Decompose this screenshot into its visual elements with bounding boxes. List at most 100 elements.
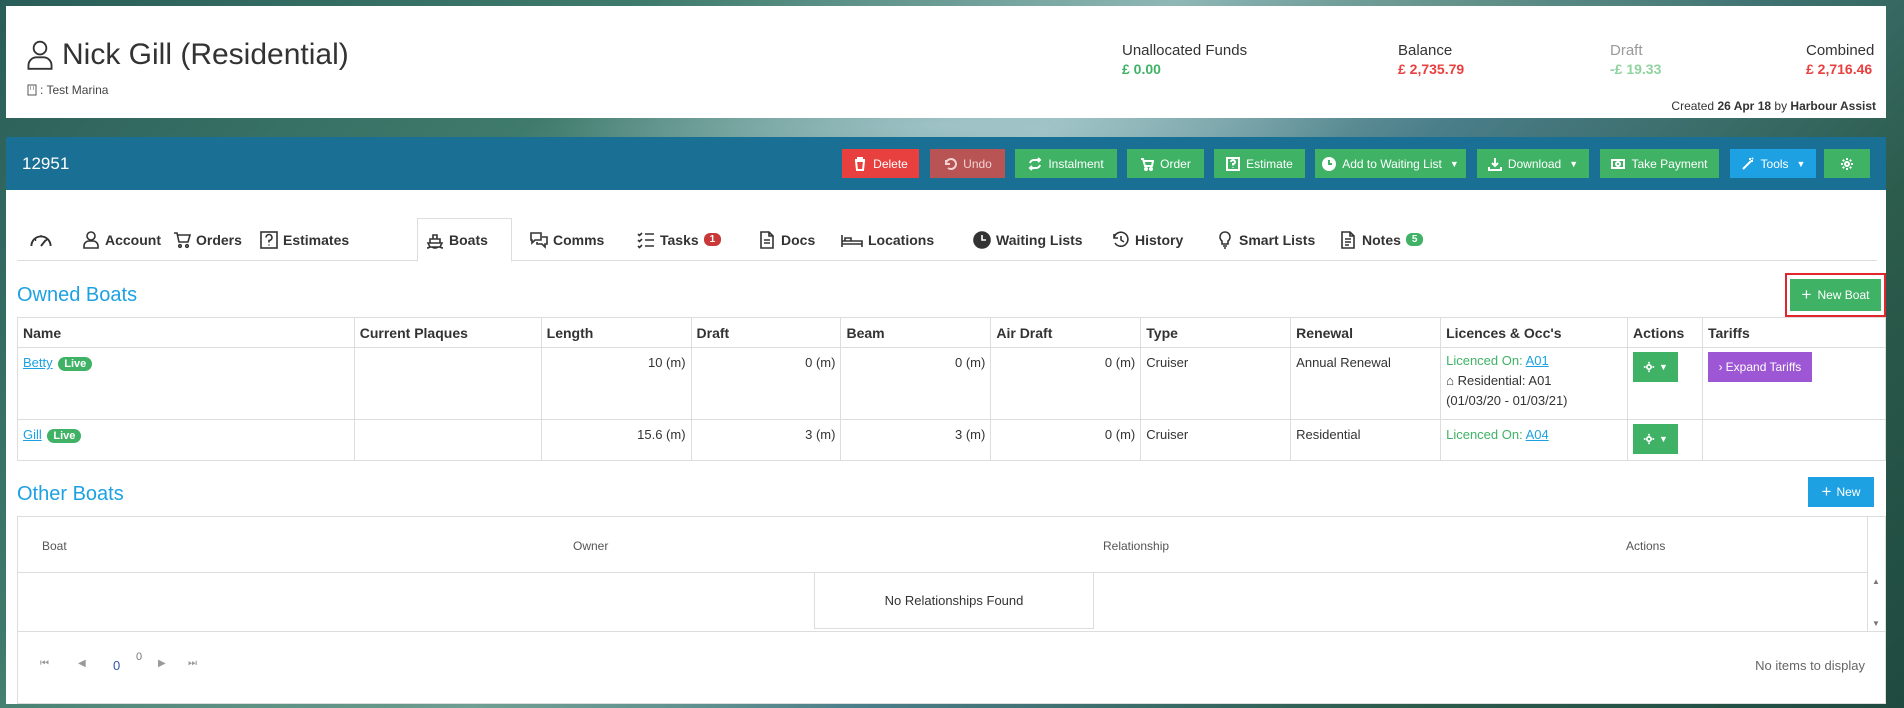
column-header[interactable]: Renewal	[1290, 317, 1442, 348]
tab-label: Notes	[1362, 231, 1401, 248]
download-button[interactable]: Download ▼	[1477, 149, 1589, 178]
column-header[interactable]: Name	[17, 317, 355, 348]
column-header[interactable]: Actions	[1627, 317, 1703, 348]
table-header-row: Name Current Plaques Length Draft Beam A…	[17, 317, 1887, 348]
licence-link[interactable]: A01	[1526, 353, 1549, 368]
instalment-button[interactable]: Instalment	[1015, 149, 1117, 178]
instalment-label: Instalment	[1048, 156, 1104, 171]
column-header[interactable]: Owner	[573, 539, 608, 553]
next-page-icon[interactable]: ▶	[158, 658, 166, 669]
fund-unallocated: Unallocated Funds £ 0.00	[1122, 42, 1247, 77]
boat-actions-button[interactable]: ▼	[1633, 352, 1678, 382]
download-icon	[1487, 157, 1502, 171]
add-to-waiting-list-button[interactable]: Add to Waiting List ▼	[1315, 149, 1466, 178]
new-boat-button[interactable]: + New Boat	[1790, 279, 1881, 311]
column-header[interactable]: Beam	[840, 317, 992, 348]
caret-down-icon: ▼	[1796, 158, 1806, 169]
tab-label: Smart Lists	[1239, 231, 1316, 248]
first-page-icon[interactable]: ⏮	[40, 658, 49, 669]
beam-cell: 0 (m)	[840, 347, 992, 420]
settings-button[interactable]	[1824, 149, 1870, 178]
column-header[interactable]: Type	[1140, 317, 1292, 348]
status-badge: Live	[47, 429, 82, 443]
fund-draft: Draft -£ 19.33	[1610, 42, 1661, 77]
delete-button[interactable]: Delete	[842, 149, 919, 178]
document-icon	[760, 230, 774, 249]
draft-cell: 0 (m)	[690, 347, 842, 420]
caret-down-icon: ▼	[1569, 158, 1579, 169]
column-header[interactable]: Length	[540, 317, 692, 348]
air-draft-cell: 0 (m)	[990, 419, 1142, 461]
main-content: Account Orders Estimates Boats Comms Tas…	[6, 190, 1887, 704]
tab-smart-lists[interactable]: Smart Lists	[1208, 218, 1323, 261]
bed-icon	[841, 234, 863, 247]
tab-waiting-lists[interactable]: Waiting Lists	[965, 218, 1091, 261]
expand-tariffs-button[interactable]: › Expand Tariffs	[1707, 352, 1812, 382]
boat-actions-button[interactable]: ▼	[1633, 424, 1678, 454]
actions-cell: ▼	[1627, 419, 1703, 461]
fund-value: -£ 19.33	[1610, 61, 1662, 77]
licence-link[interactable]: A04	[1526, 427, 1549, 442]
tab-docs[interactable]: Docs	[750, 218, 823, 261]
tab-boats[interactable]: Boats	[417, 218, 512, 262]
tab-history[interactable]: History	[1104, 218, 1191, 261]
tab-orders[interactable]: Orders	[165, 218, 250, 261]
column-header[interactable]: Actions	[1626, 539, 1665, 553]
column-header[interactable]: Boat	[42, 539, 67, 553]
column-header[interactable]: Licences & Occ's	[1440, 317, 1628, 348]
tariffs-cell: › Expand Tariffs	[1701, 347, 1887, 420]
customer-marina: : Test Marina	[26, 83, 108, 97]
new-relationship-button[interactable]: + New	[1808, 477, 1874, 507]
length-cell: 15.6 (m)	[540, 419, 692, 461]
cart-icon	[1141, 157, 1155, 171]
delete-label: Delete	[873, 156, 908, 171]
plus-icon: +	[1821, 482, 1832, 501]
download-label: Download	[1507, 156, 1562, 171]
beam-cell: 3 (m)	[840, 419, 992, 461]
previous-page-icon[interactable]: ◀	[78, 658, 86, 669]
created-date: 26 Apr 18	[1717, 99, 1772, 113]
fund-value: £ 0.00	[1122, 61, 1161, 77]
tools-label: Tools	[1760, 156, 1789, 171]
boat-link[interactable]: Gill	[23, 427, 42, 442]
question-icon	[260, 230, 278, 249]
tab-comms[interactable]: Comms	[522, 218, 612, 261]
note-icon	[1341, 230, 1355, 249]
scroll-down-icon[interactable]: ▼	[1872, 619, 1880, 628]
fund-label: Unallocated Funds	[1122, 42, 1248, 59]
column-header[interactable]: Draft	[690, 317, 842, 348]
caret-down-icon: ▼	[1659, 362, 1668, 372]
column-header[interactable]: Current Plaques	[353, 317, 542, 348]
fund-combined: Combined £ 2,716.46	[1806, 42, 1874, 77]
column-header[interactable]: Relationship	[1103, 539, 1169, 553]
tab-tasks[interactable]: Tasks 1	[629, 218, 729, 261]
undo-label: Undo	[963, 156, 992, 171]
vertical-scrollbar[interactable]: ▲ ▼	[1867, 517, 1885, 631]
tab-label: Orders	[196, 231, 242, 248]
tools-button[interactable]: Tools ▼	[1730, 149, 1816, 178]
undo-button[interactable]: Undo	[930, 149, 1005, 178]
tab-notes[interactable]: Notes 5	[1331, 218, 1431, 261]
customer-name: Nick Gill (Residential)	[62, 38, 349, 71]
residential-label: Residential: A01	[1457, 373, 1552, 388]
tab-dashboard[interactable]	[17, 218, 65, 261]
boat-link[interactable]: Betty	[23, 355, 53, 370]
scroll-up-icon[interactable]: ▲	[1872, 577, 1880, 586]
new-relationship-label: New	[1836, 485, 1861, 499]
tab-account[interactable]: Account	[74, 218, 169, 261]
take-payment-button[interactable]: Take Payment	[1600, 149, 1719, 178]
tab-label: History	[1135, 231, 1184, 248]
last-page-icon[interactable]: ⏭	[188, 658, 197, 669]
column-header[interactable]: Tariffs	[1701, 317, 1887, 348]
column-header[interactable]: Air Draft	[990, 317, 1142, 348]
created-by: by	[1774, 99, 1788, 113]
tab-estimates[interactable]: Estimates	[252, 218, 357, 261]
fund-label: Balance	[1398, 42, 1453, 59]
other-boats-grid: Boat Owner Relationship Actions No Relat…	[17, 516, 1886, 704]
current-page[interactable]: 0	[113, 658, 120, 673]
order-button[interactable]: Order	[1127, 149, 1204, 178]
boat-name-cell: Betty Live	[17, 347, 355, 420]
residential-dates: (01/03/20 - 01/03/21)	[1446, 393, 1568, 408]
estimate-button[interactable]: Estimate	[1214, 149, 1305, 178]
tab-locations[interactable]: Locations	[833, 218, 942, 261]
